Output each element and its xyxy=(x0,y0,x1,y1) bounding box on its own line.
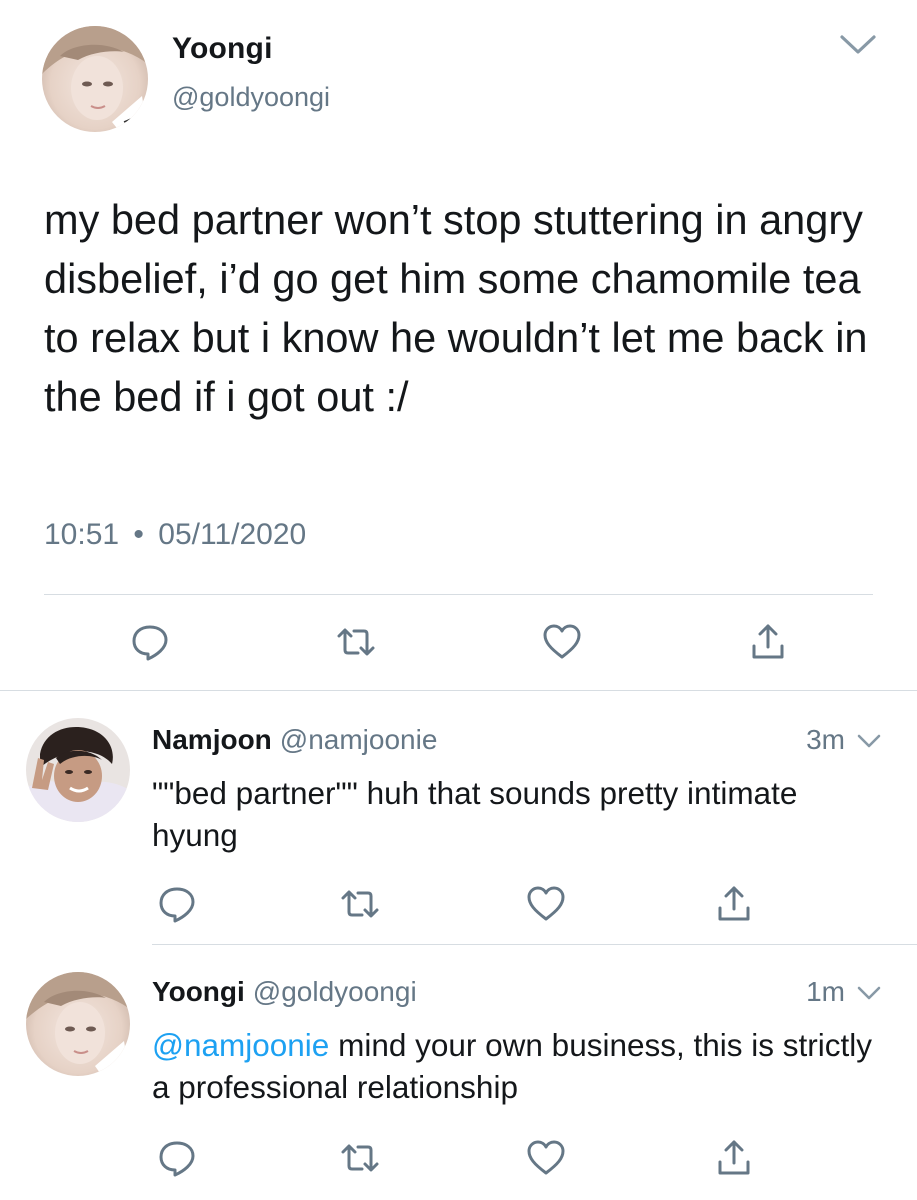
tweet-timestamp: 10:51 • 05/11/2020 xyxy=(44,518,306,552)
reply-icon[interactable] xyxy=(157,884,197,924)
heart-icon[interactable] xyxy=(526,1138,566,1178)
retweet-icon[interactable] xyxy=(340,1138,380,1178)
heart-icon[interactable] xyxy=(542,622,582,662)
divider xyxy=(152,944,917,945)
reply-author-name[interactable]: Namjoon xyxy=(152,724,272,755)
meta-separator: • xyxy=(133,518,144,551)
avatar[interactable] xyxy=(26,718,130,822)
tweet-date: 05/11/2020 xyxy=(158,518,307,551)
divider xyxy=(44,594,873,595)
retweet-icon[interactable] xyxy=(340,884,380,924)
tweet-time: 10:51 xyxy=(44,518,120,551)
reply-header: Namjoon @namjoonie xyxy=(152,724,437,756)
reply-author-handle[interactable]: @goldyoongi xyxy=(253,976,417,1007)
reply-actions xyxy=(0,884,917,924)
reply-author-handle[interactable]: @namjoonie xyxy=(280,724,438,755)
avatar[interactable] xyxy=(26,972,130,1076)
share-icon[interactable] xyxy=(714,1138,754,1178)
share-icon[interactable] xyxy=(748,622,788,662)
tweet-text: my bed partner won’t stop stuttering in … xyxy=(44,196,868,420)
reply-age: 1m xyxy=(806,976,845,1007)
reply-text: ""bed partner"" huh that sounds pretty i… xyxy=(152,775,798,853)
retweet-icon[interactable] xyxy=(336,622,376,662)
chevron-down-icon[interactable] xyxy=(838,32,878,58)
author-name[interactable]: Yoongi xyxy=(172,32,273,66)
reply-author-name[interactable]: Yoongi xyxy=(152,976,245,1007)
chevron-down-icon[interactable] xyxy=(856,732,882,750)
heart-icon[interactable] xyxy=(526,884,566,924)
chevron-down-icon[interactable] xyxy=(856,984,882,1002)
reply-actions xyxy=(0,1138,917,1178)
author-handle[interactable]: @goldyoongi xyxy=(172,82,330,113)
reply-header: Yoongi @goldyoongi xyxy=(152,976,417,1008)
mention-link[interactable]: @namjoonie xyxy=(152,1027,329,1063)
tweet-actions xyxy=(0,622,917,662)
share-icon[interactable] xyxy=(714,884,754,924)
reply-age: 3m xyxy=(806,724,845,755)
reply-text: @namjoonie mind your own business, this … xyxy=(152,1024,892,1108)
divider xyxy=(0,690,917,691)
reply-icon[interactable] xyxy=(130,622,170,662)
reply-icon[interactable] xyxy=(157,1138,197,1178)
avatar[interactable] xyxy=(42,26,148,132)
